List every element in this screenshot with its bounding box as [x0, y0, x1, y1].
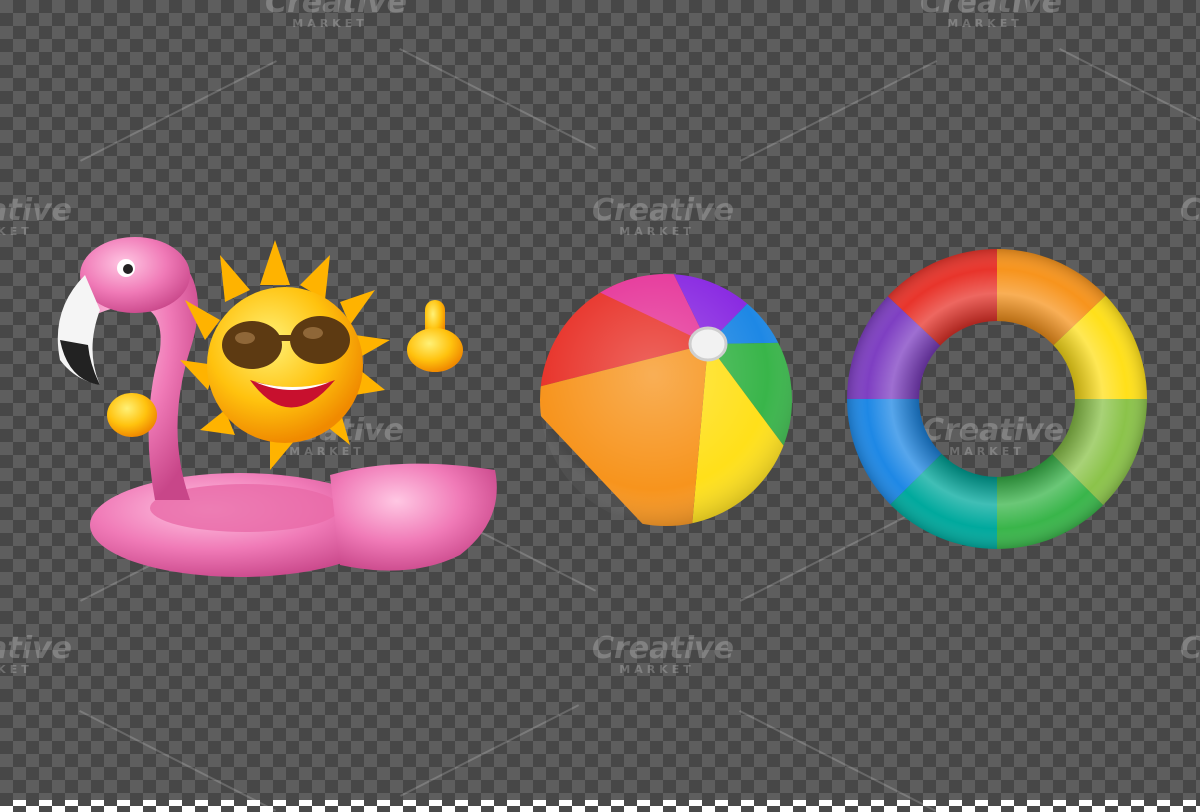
beach-ball-icon: [540, 274, 792, 526]
rainbow-swim-ring-icon: [826, 238, 1166, 568]
flamingo-float-with-sun-icon: [57, 237, 497, 577]
